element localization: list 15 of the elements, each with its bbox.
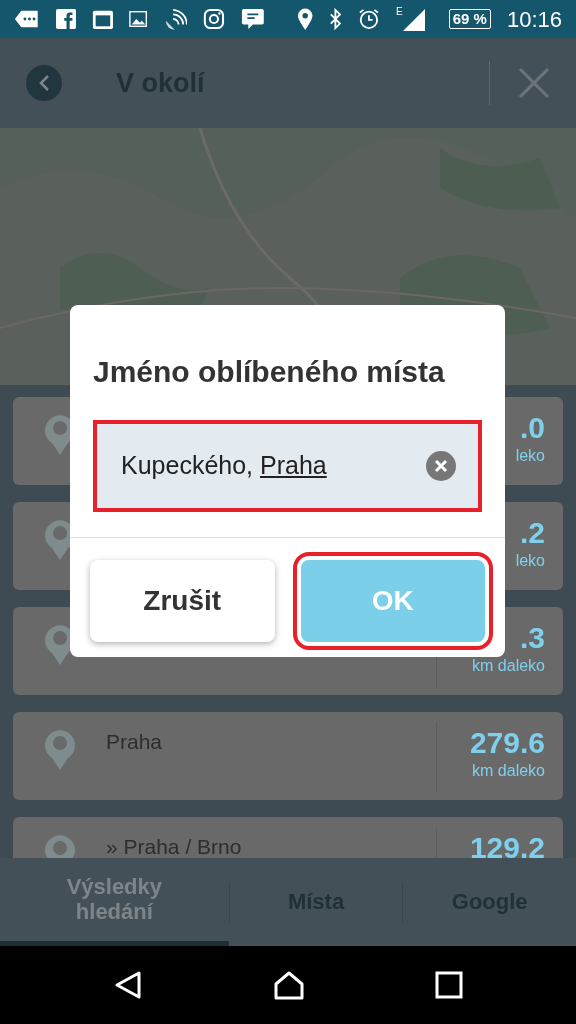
result-title: Praha [106, 729, 164, 755]
distance-value: 279.6 [468, 726, 545, 759]
clock-time: 10:16 [506, 5, 562, 34]
distance-value: .3 [518, 621, 545, 654]
distance-value: .2 [518, 516, 545, 549]
network-type-label: E [396, 7, 403, 17]
distance-unit: leko [514, 551, 545, 571]
battery-indicator: 69 % [448, 9, 491, 29]
dialog-title: Jméno oblíbeného místa [92, 354, 446, 390]
distance-unit: km daleko [471, 761, 545, 781]
result-title: » Praha / Brno [106, 834, 243, 858]
distance-value: 129.2 [468, 831, 545, 858]
distance-unit: km daleko [471, 656, 545, 676]
distance-unit: leko [514, 446, 545, 466]
distance-value: .0 [518, 411, 545, 444]
